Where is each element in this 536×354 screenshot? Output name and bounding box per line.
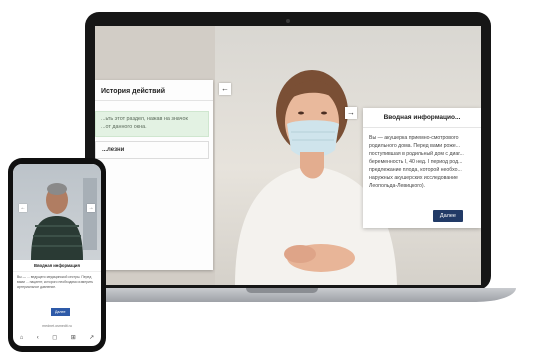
phone-intro-title: Вводная информация [13, 260, 101, 272]
tabs-icon[interactable]: ◻ [52, 334, 57, 341]
collapse-history-button[interactable]: ← [219, 83, 231, 95]
history-hint: ...ьть этот раздел, нажав на значок ...о… [95, 111, 209, 137]
phone: ← → Вводная информация Вы — ... ведущего… [8, 158, 106, 352]
phone-intro-panel: Вводная информация Вы — ... ведущего мед… [13, 260, 101, 322]
intro-panel: Вводная информацио... Вы — акушерка прие… [363, 108, 481, 228]
back-icon[interactable]: ‹ [37, 335, 39, 341]
phone-intro-body: Вы — ... ведущего медицинской сестры. Пе… [17, 275, 94, 290]
expand-intro-button[interactable]: → [345, 107, 357, 119]
phone-info-arrow[interactable]: → [87, 204, 95, 212]
phone-history-arrow[interactable]: ← [19, 204, 27, 212]
laptop-screen: История действий ...ьть этот раздел, наж… [95, 26, 481, 285]
intro-panel-title: Вводная информацио... [363, 108, 481, 128]
history-item[interactable]: ...лезни [95, 140, 209, 159]
history-panel: История действий ...ьть этот раздел, наж… [95, 80, 213, 270]
home-icon[interactable]: ⌂ [20, 335, 24, 341]
laptop-notch [246, 288, 318, 293]
phone-next-button[interactable]: Далее [51, 308, 70, 316]
laptop: История действий ...ьть этот раздел, наж… [85, 12, 491, 290]
camera-dot [286, 19, 290, 23]
next-button[interactable]: Далее [432, 210, 463, 222]
phone-video: ← → [13, 164, 101, 260]
phone-screen: ← → Вводная информация Вы — ... ведущего… [13, 164, 101, 346]
intro-panel-body: Вы — акушерка приемно-смотрового родильн… [369, 135, 464, 190]
share-icon[interactable]: ↗ [89, 334, 94, 341]
phone-url[interactable]: mednet.osmedit.ru [13, 324, 101, 328]
patient-avatar [31, 183, 83, 260]
grid-icon[interactable]: ⊞ [71, 334, 76, 341]
phone-nav-bar: ⌂ ‹ ◻ ⊞ ↗ [13, 331, 101, 344]
history-panel-title: История действий [95, 80, 213, 101]
